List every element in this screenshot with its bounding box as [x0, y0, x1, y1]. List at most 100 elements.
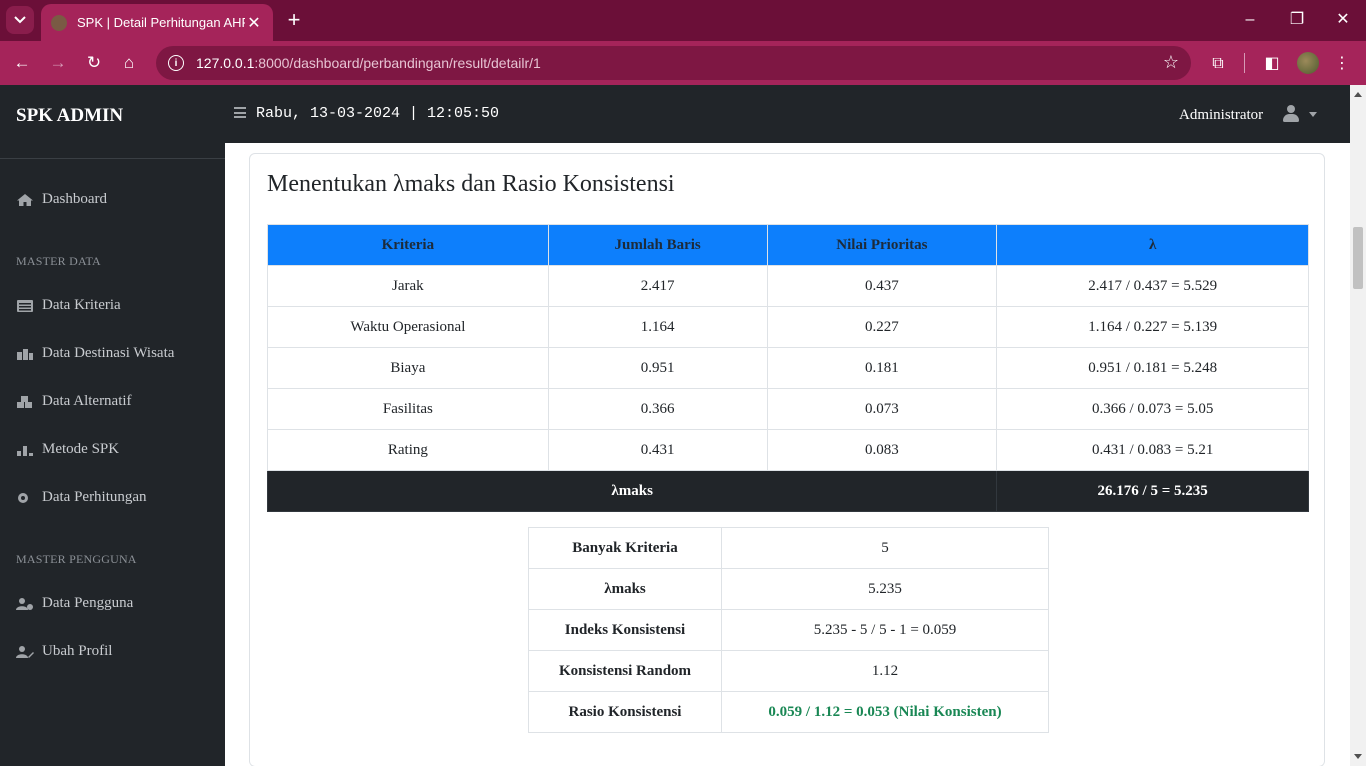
table-cell: 0.437 — [766, 265, 998, 307]
sidebar-item-ubah-profil[interactable]: Ubah Profil — [16, 643, 112, 660]
result-card: Menentukan λmaks dan Rasio Konsistensi K… — [249, 153, 1325, 766]
restore-icon[interactable]: ❐ — [1285, 8, 1309, 32]
tab-search-button[interactable] — [6, 6, 34, 34]
sidebar-item-data-alternatif[interactable]: Data Alternatif — [16, 393, 132, 410]
browser-toolbar: ← → ↻ ⌂ i 127.0.0.1:8000/dashboard/perba… — [0, 41, 1366, 85]
column-header: Jumlah Baris — [547, 224, 768, 266]
table-row: Rating 0.431 0.083 0.431 / 0.083 = 5.21 — [267, 429, 1309, 471]
profile-avatar[interactable] — [1297, 52, 1319, 74]
chevron-down-icon — [14, 16, 26, 24]
table-cell: Waktu Operasional — [267, 306, 549, 348]
table-cell: 1.164 — [547, 306, 768, 348]
table-cell: 0.073 — [766, 388, 998, 430]
table-cell: Rating — [267, 429, 549, 471]
table-footer-row: λmaks 26.176 / 5 = 5.235 — [266, 470, 1309, 512]
sidebar-item-label: Data Destinasi Wisata — [42, 345, 175, 361]
summary-label: Konsistensi Random — [528, 650, 722, 692]
card-title: Menentukan λmaks dan Rasio Konsistensi — [267, 171, 675, 197]
caret-down-icon[interactable] — [1309, 112, 1317, 117]
lambda-max-label: λmaks — [266, 470, 998, 512]
lambda-max-value: 26.176 / 5 = 5.235 — [996, 470, 1309, 512]
more-menu-icon[interactable]: ⋮ — [1330, 51, 1354, 75]
bar-chart-icon — [17, 445, 33, 456]
side-panel-icon[interactable]: ◧ — [1260, 51, 1284, 75]
map-pins-icon — [17, 348, 33, 360]
sidebar-item-label: Dashboard — [42, 191, 107, 207]
table-row: Banyak Kriteria 5 — [528, 527, 1049, 569]
scroll-down-arrow-icon[interactable] — [1354, 754, 1362, 759]
table-cell: Biaya — [267, 347, 549, 389]
sidebar-item-metode-spk[interactable]: Metode SPK — [16, 441, 119, 458]
summary-label: λmaks — [528, 568, 722, 610]
user-edit-icon — [16, 645, 34, 658]
sidebar-item-data-destinasi[interactable]: Data Destinasi Wisata — [16, 345, 174, 362]
table-cell: Jarak — [267, 265, 549, 307]
table-cell: 0.366 / 0.073 = 5.05 — [996, 388, 1309, 430]
summary-value: 5.235 - 5 / 5 - 1 = 0.059 — [721, 609, 1049, 651]
back-arrow-icon[interactable]: ← — [10, 51, 34, 75]
brand-logo[interactable]: SPK ADMIN — [16, 105, 123, 127]
hamburger-menu-icon[interactable] — [234, 107, 246, 118]
table-row: Waktu Operasional 1.164 0.227 1.164 / 0.… — [267, 306, 1309, 348]
forward-arrow-icon[interactable]: → — [46, 51, 70, 75]
table-cell: 0.951 / 0.181 = 5.248 — [996, 347, 1309, 389]
list-table-icon — [17, 299, 33, 312]
consistency-ratio-result: 0.059 / 1.12 = 0.053 (Nilai Konsisten) — [721, 691, 1049, 733]
user-gear-icon — [16, 597, 33, 610]
close-window-icon[interactable]: ✕ — [1331, 8, 1355, 32]
sidebar-item-data-pengguna[interactable]: Data Pengguna — [16, 595, 133, 612]
close-tab-icon[interactable]: ✕ — [245, 13, 263, 33]
tab-title: SPK | Detail Perhitungan AHP — [77, 15, 245, 30]
site-info-icon[interactable]: i — [168, 55, 184, 71]
table-cell: 0.431 — [547, 429, 768, 471]
favicon-icon — [51, 14, 67, 31]
table-row: Konsistensi Random 1.12 — [528, 650, 1049, 692]
table-cell: Fasilitas — [267, 388, 549, 430]
bookmark-star-icon[interactable]: ☆ — [1163, 52, 1179, 73]
table-header-row: Kriteria Jumlah Baris Nilai Prioritas λ — [267, 224, 1309, 266]
page-scrollbar[interactable] — [1350, 85, 1366, 766]
summary-label: Indeks Konsistensi — [528, 609, 722, 651]
consistency-summary-table: Banyak Kriteria 5 λmaks 5.235 Indeks Kon… — [528, 527, 1049, 733]
user-name[interactable]: Administrator — [1179, 107, 1263, 124]
table-row: Fasilitas 0.366 0.073 0.366 / 0.073 = 5.… — [267, 388, 1309, 430]
user-icon[interactable] — [1283, 105, 1299, 123]
column-header: λ — [996, 224, 1309, 266]
table-cell: 0.227 — [766, 306, 998, 348]
sidebar-item-dashboard[interactable]: Dashboard — [16, 191, 107, 208]
table-row: Rasio Konsistensi 0.059 / 1.12 = 0.053 (… — [528, 691, 1049, 733]
reload-icon[interactable]: ↻ — [82, 51, 106, 75]
section-heading-master-pengguna: MASTER PENGGUNA — [16, 552, 137, 566]
extensions-icon[interactable]: ⧉ — [1206, 51, 1230, 75]
table-row: Jarak 2.417 0.437 2.417 / 0.437 = 5.529 — [267, 265, 1309, 307]
table-cell: 0.366 — [547, 388, 768, 430]
toolbar-divider — [1244, 53, 1245, 73]
summary-label: Banyak Kriteria — [528, 527, 722, 569]
home-icon[interactable]: ⌂ — [117, 51, 141, 75]
lambda-table: Kriteria Jumlah Baris Nilai Prioritas λ … — [266, 224, 1309, 512]
summary-value: 1.12 — [721, 650, 1049, 692]
table-row: Biaya 0.951 0.181 0.951 / 0.181 = 5.248 — [267, 347, 1309, 389]
scroll-up-arrow-icon[interactable] — [1354, 92, 1362, 97]
sidebar-item-data-kriteria[interactable]: Data Kriteria — [16, 297, 121, 314]
address-bar[interactable]: i 127.0.0.1:8000/dashboard/perbandingan/… — [156, 46, 1191, 80]
home-icon — [17, 193, 33, 206]
table-cell: 2.417 / 0.437 = 5.529 — [996, 265, 1309, 307]
sidebar: SPK ADMIN Dashboard MASTER DATA Data Kri… — [0, 85, 225, 766]
sidebar-item-data-perhitungan[interactable]: Data Perhitungan — [16, 489, 147, 506]
cubes-icon — [17, 395, 32, 408]
column-header: Nilai Prioritas — [766, 224, 998, 266]
url-text[interactable]: 127.0.0.1:8000/dashboard/perbandingan/re… — [196, 55, 541, 71]
table-row: Indeks Konsistensi 5.235 - 5 / 5 - 1 = 0… — [528, 609, 1049, 651]
new-tab-button[interactable]: + — [282, 8, 306, 32]
gear-icon — [18, 492, 28, 503]
table-cell: 0.431 / 0.083 = 5.21 — [996, 429, 1309, 471]
column-header: Kriteria — [267, 224, 549, 266]
minimize-icon[interactable]: – — [1238, 8, 1262, 32]
scrollbar-thumb[interactable] — [1353, 227, 1363, 289]
browser-tab-active[interactable]: SPK | Detail Perhitungan AHP ✕ — [41, 4, 273, 41]
sidebar-item-label: Data Perhitungan — [42, 489, 147, 505]
sidebar-item-label: Ubah Profil — [42, 643, 113, 659]
sidebar-item-label: Metode SPK — [42, 441, 120, 457]
summary-value: 5 — [721, 527, 1049, 569]
